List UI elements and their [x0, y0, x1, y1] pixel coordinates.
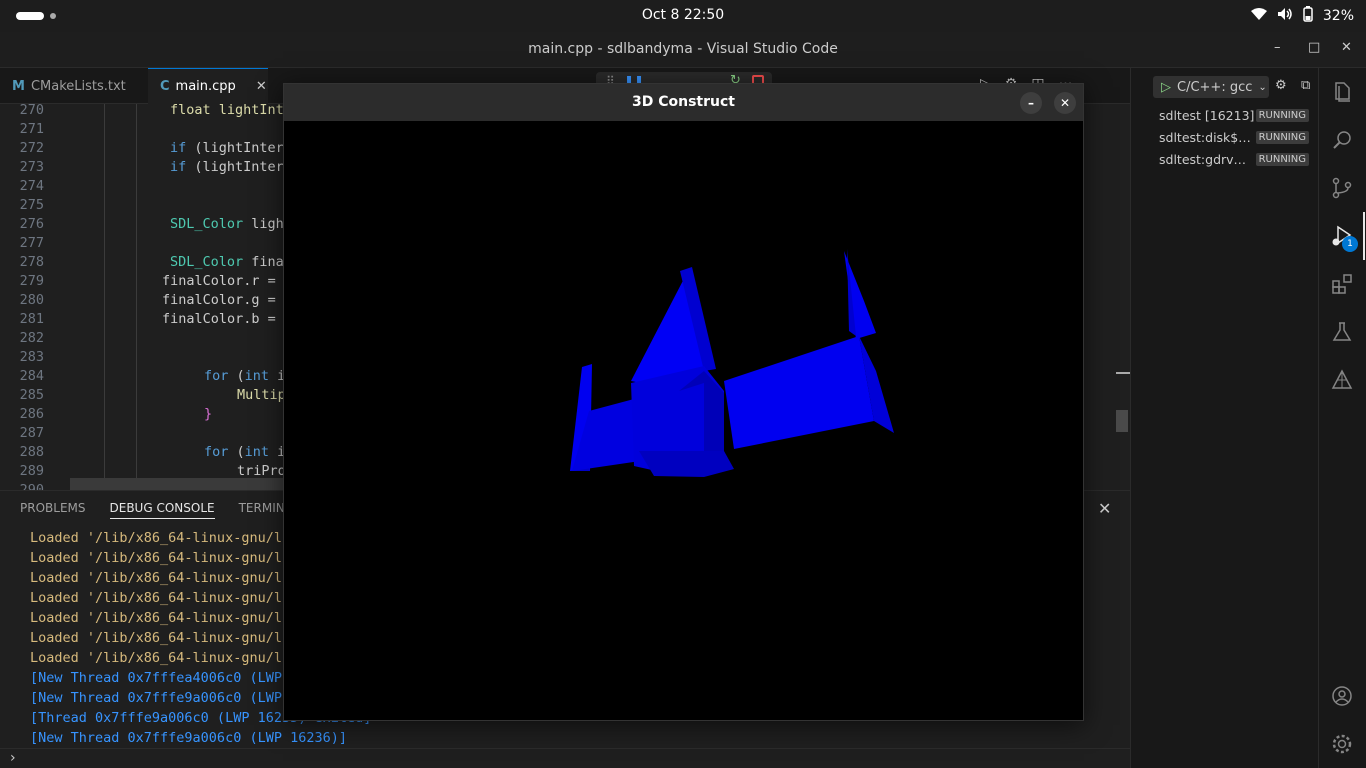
- sdl-window-title: 3D Construct: [632, 94, 735, 110]
- close-icon[interactable]: ✕: [1341, 40, 1352, 55]
- console-line: Loaded '/lib/x86_64-linux-gnu/li: [30, 650, 291, 666]
- console-line: [New Thread 0x7fffea4006c0 (LWP: [30, 670, 291, 686]
- console-line: Loaded '/lib/x86_64-linux-gnu/li: [30, 630, 291, 646]
- tab-label: main.cpp: [175, 79, 236, 94]
- thread-name: sdltest:disk$…: [1159, 129, 1251, 145]
- start-debugging-icon[interactable]: ▷: [1161, 80, 1171, 95]
- thread-item[interactable]: sdltest [16213] RUNNING: [1159, 104, 1309, 126]
- chevron-down-icon: ⌄: [1258, 81, 1267, 93]
- explorer-icon[interactable]: [1330, 80, 1354, 104]
- battery-percent: 32%: [1322, 8, 1354, 24]
- manage-gear-icon[interactable]: [1330, 732, 1354, 756]
- close-icon[interactable]: ✕: [1054, 92, 1076, 114]
- tab-cmakelists[interactable]: M CMakeLists.txt: [0, 68, 146, 104]
- thread-name: sdltest [16213]: [1159, 107, 1255, 123]
- cmake-icon[interactable]: [1330, 368, 1354, 392]
- chevron-right-icon: ›: [10, 750, 16, 766]
- thread-name: sdltest:gdrv…: [1159, 151, 1247, 167]
- testing-icon[interactable]: [1330, 320, 1354, 344]
- cmake-file-icon: M: [12, 78, 25, 94]
- sdl-window-header[interactable]: 3D Construct – ✕: [284, 84, 1083, 121]
- extensions-icon[interactable]: [1330, 272, 1354, 296]
- tab-label: CMakeLists.txt: [30, 78, 126, 94]
- system-top-bar: Oct 8 22:50 32%: [0, 0, 1366, 32]
- console-line: Loaded '/lib/x86_64-linux-gnu/li: [30, 550, 291, 566]
- activity-bar: [1318, 68, 1366, 768]
- console-line: Loaded '/lib/x86_64-linux-gnu/li: [30, 610, 291, 626]
- status-badge: RUNNING: [1255, 152, 1309, 166]
- status-badge: RUNNING: [1255, 108, 1309, 122]
- thread-item[interactable]: sdltest:disk$… RUNNING: [1159, 126, 1309, 148]
- title-bar: main.cpp - sdlbandyma - Visual Studio Co…: [0, 32, 1366, 68]
- debug-config-select[interactable]: ▷ C/C++: gcc ⌄: [1153, 76, 1269, 98]
- system-tray[interactable]: 32%: [1250, 6, 1354, 26]
- close-panel-icon[interactable]: ✕: [1098, 499, 1111, 518]
- minimize-icon[interactable]: –: [1274, 40, 1281, 55]
- debug-console-input[interactable]: ›: [0, 748, 1130, 768]
- scroll-position-marker: [1116, 372, 1130, 374]
- status-badge: RUNNING: [1255, 130, 1309, 144]
- source-control-icon[interactable]: [1330, 176, 1354, 200]
- active-view-indicator: [1363, 212, 1365, 260]
- tab-problems[interactable]: PROBLEMS: [20, 501, 86, 519]
- battery-icon: [1303, 6, 1313, 26]
- gear-icon[interactable]: ⚙: [1275, 78, 1287, 93]
- close-tab-icon[interactable]: ✕: [256, 79, 267, 94]
- collapse-icon[interactable]: ⧉: [1301, 78, 1310, 93]
- account-icon[interactable]: [1330, 684, 1354, 708]
- run-and-debug-panel: ▷ C/C++: gcc ⌄ ⚙ ⧉ sdltest [16213] RUNNI…: [1130, 68, 1318, 768]
- thread-item[interactable]: sdltest:gdrv… RUNNING: [1159, 148, 1309, 170]
- tab-main-cpp[interactable]: C main.cpp ✕: [148, 68, 268, 104]
- window-title: main.cpp - sdlbandyma - Visual Studio Co…: [528, 41, 838, 57]
- cpp-file-icon: C: [160, 79, 170, 94]
- maximize-icon[interactable]: □: [1308, 40, 1320, 55]
- sdl-window[interactable]: 3D Construct – ✕: [283, 83, 1084, 721]
- render-canvas[interactable]: [284, 121, 1083, 720]
- vertical-scrollbar[interactable]: [1116, 410, 1128, 432]
- console-line: Loaded '/lib/x86_64-linux-gnu/li: [30, 570, 291, 586]
- wifi-icon: [1250, 7, 1267, 25]
- search-icon[interactable]: [1330, 128, 1354, 152]
- spaceship-mesh: [570, 249, 894, 477]
- console-line: Loaded '/lib/x86_64-linux-gnu/li: [30, 590, 291, 606]
- minimize-icon[interactable]: –: [1020, 92, 1042, 114]
- console-line: [New Thread 0x7fffe9a006c0 (LWP 16236)]: [30, 730, 347, 746]
- volume-icon: [1277, 7, 1293, 25]
- debug-count-badge: 1: [1342, 236, 1358, 252]
- tab-debug-console[interactable]: DEBUG CONSOLE: [109, 501, 215, 519]
- horizontal-scrollbar[interactable]: [70, 478, 290, 490]
- debug-config-label: C/C++: gcc: [1177, 79, 1253, 95]
- console-line: [New Thread 0x7fffe9a006c0 (LWP: [30, 690, 291, 706]
- console-line: Loaded '/lib/x86_64-linux-gnu/li: [30, 530, 291, 546]
- clock[interactable]: Oct 8 22:50: [0, 7, 1366, 23]
